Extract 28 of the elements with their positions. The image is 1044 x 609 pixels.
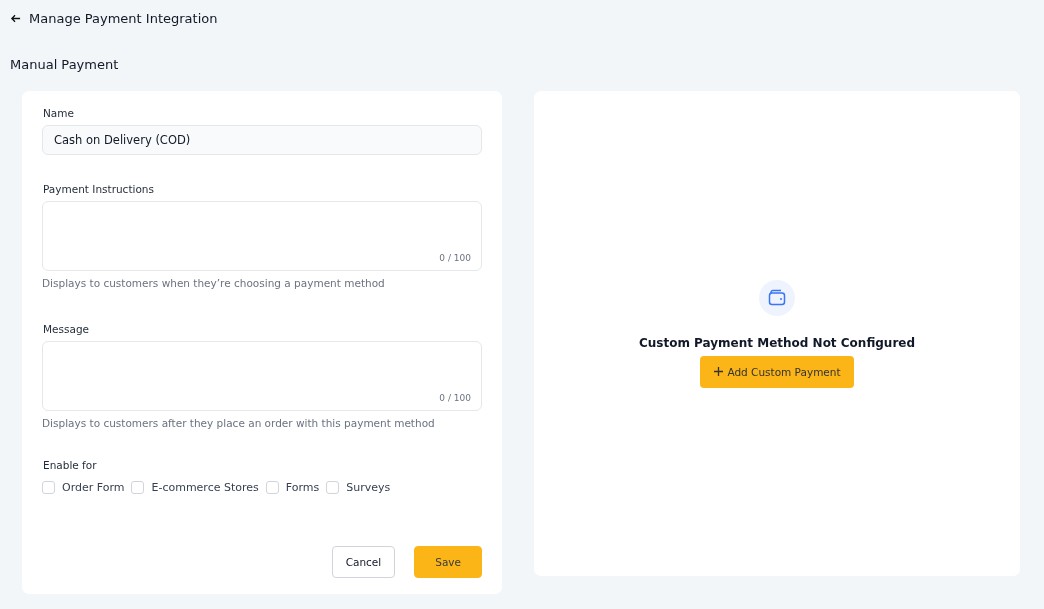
field-label: Enable for	[43, 459, 98, 471]
empty-state-title: Custom Payment Method Not Configured	[638, 335, 916, 350]
character-counter: 0 / 100	[439, 393, 471, 403]
plus-icon	[713, 366, 725, 377]
checkbox[interactable]	[326, 481, 340, 494]
page-title: Manage Payment Integration	[29, 10, 218, 26]
save-button[interactable]: Save	[414, 546, 482, 578]
checkbox[interactable]	[131, 481, 145, 494]
checkbox[interactable]	[265, 481, 279, 494]
checkbox-label[interactable]: E-commerce Stores	[151, 481, 259, 494]
checkbox[interactable]	[42, 481, 55, 494]
checkbox-label[interactable]: Forms	[285, 481, 320, 494]
wallet-icon	[759, 279, 795, 316]
character-counter: 0 / 100	[439, 253, 471, 263]
field-label: Name	[43, 107, 75, 119]
add-custom-payment-button[interactable]: Add Custom Payment	[700, 355, 854, 388]
field-label: Message	[43, 323, 91, 335]
checkbox-label[interactable]: Surveys	[346, 481, 391, 494]
back-arrow-icon[interactable]	[10, 12, 21, 24]
section-title: Manual Payment	[9, 56, 120, 74]
name-input[interactable]: Cash on Delivery (COD)	[42, 125, 482, 155]
textarea-field[interactable]: 0 / 100	[42, 201, 482, 271]
textarea-field[interactable]: 0 / 100	[42, 341, 482, 411]
checkbox-label[interactable]: Order Form	[62, 481, 125, 494]
field-label: Payment Instructions	[43, 183, 155, 195]
help-text: Displays to customers after they place an order with this payment method	[42, 417, 436, 429]
help-text: Displays to customers when they’re choosing a payment method	[42, 277, 386, 289]
cancel-button[interactable]: Cancel	[331, 546, 396, 578]
